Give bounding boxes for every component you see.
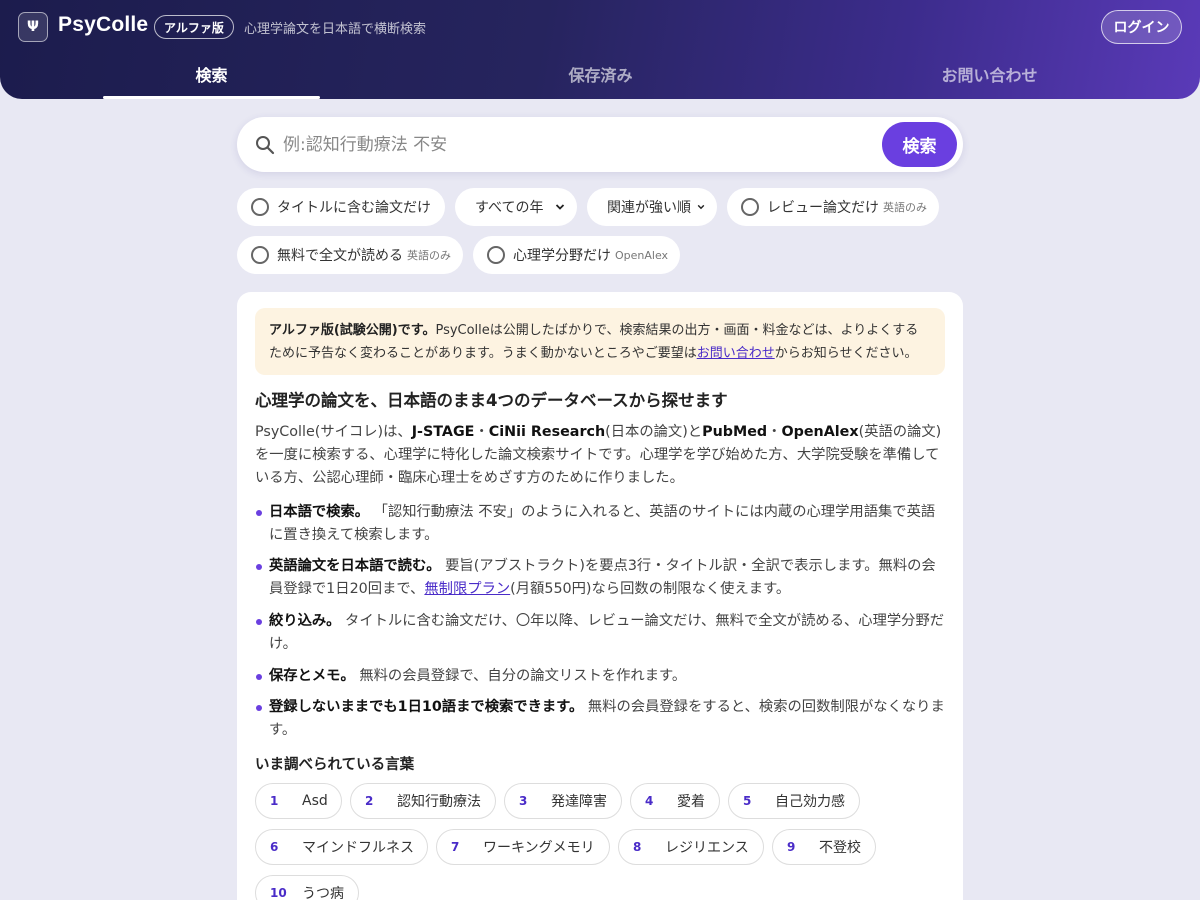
- trending-term-chip[interactable]: 4 愛着: [630, 783, 720, 819]
- trending-term-chip[interactable]: 1 Asd: [255, 783, 342, 819]
- feature-title: 英語論文を日本語で読む。: [269, 558, 441, 574]
- feature-text: タイトルに含む論文だけ、〇年以降、レビュー論文だけ、無料で全文が読める、心理学分…: [269, 613, 945, 652]
- search-button[interactable]: 検索: [882, 122, 957, 167]
- feature-item: 英語論文を日本語で読む。 要旨(アブストラクト)を要点3行・タイトル訳・全訳で表…: [255, 555, 945, 601]
- trend-term: 愛着: [677, 794, 705, 810]
- feature-text: 「認知行動療法 不安」のように入れると、英語のサイトには内蔵の心理学用語集で英語…: [269, 504, 936, 543]
- trend-term: うつ病: [302, 886, 344, 900]
- trend-rank: 6: [270, 840, 279, 854]
- filter-label: 心理学分野だけ: [513, 248, 611, 264]
- radio-icon[interactable]: [487, 246, 505, 264]
- search-bar: 検索: [237, 117, 963, 172]
- radio-icon[interactable]: [741, 198, 759, 216]
- sort-select-value: 関連が強い順: [607, 200, 691, 216]
- unlimited-plan-link[interactable]: 無制限プラン: [424, 581, 510, 597]
- filter-free-fulltext[interactable]: 無料で全文が読める 英語のみ: [237, 236, 463, 274]
- intro-title: 心理学の論文を、日本語のまま4つのデータベースから探せます: [255, 391, 728, 410]
- trending-term-chip[interactable]: 3 発達障害: [504, 783, 622, 819]
- alpha-notice: アルファ版(試験公開)です。PsyColleは公開したばかりで、検索結果の出方・…: [255, 308, 945, 375]
- trend-rank: 2: [365, 794, 374, 808]
- trend-rank: 1: [270, 794, 279, 808]
- feature-title: 日本語で検索。: [269, 504, 370, 520]
- radio-icon[interactable]: [251, 198, 269, 216]
- radio-icon[interactable]: [251, 246, 269, 264]
- filter-note: 英語のみ: [407, 249, 451, 262]
- trend-term: 不登校: [819, 840, 861, 856]
- intro-text: (日本の論文)と: [605, 424, 703, 440]
- tab-search[interactable]: 検索: [17, 52, 406, 99]
- feature-text: 無料の会員登録で、自分の論文リストを作れます。: [359, 668, 687, 684]
- trend-term: ワーキングメモリ: [483, 840, 595, 856]
- psi-logo-icon[interactable]: Ψ: [18, 12, 48, 42]
- search-icon: [256, 136, 275, 155]
- filter-label: 無料で全文が読める: [277, 248, 403, 264]
- tab-saved[interactable]: 保存済み: [406, 52, 795, 99]
- trending-term-chip[interactable]: 9 不登校: [772, 829, 876, 865]
- feature-title: 登録しないままでも1日10語まで検索できます。: [269, 699, 584, 715]
- trending-term-chip[interactable]: 2 認知行動療法: [350, 783, 496, 819]
- trend-term: レジリエンス: [665, 840, 749, 856]
- feature-title: 絞り込み。: [269, 613, 341, 629]
- feature-item: 日本語で検索。 「認知行動療法 不安」のように入れると、英語のサイトには内蔵の心…: [255, 501, 945, 547]
- trend-rank: 5: [743, 794, 752, 808]
- filter-review-only[interactable]: レビュー論文だけ 英語のみ: [727, 188, 939, 226]
- trending-term-chip[interactable]: 6 マインドフルネス: [255, 829, 428, 865]
- contact-link[interactable]: お問い合わせ: [697, 346, 775, 361]
- tagline: 心理学論文を日本語で横断検索: [244, 22, 427, 37]
- db-openalex: OpenAlex: [781, 424, 859, 440]
- chevron-down-icon: [697, 204, 705, 210]
- trend-term: Asd: [302, 793, 328, 809]
- trend-term: 発達障害: [551, 794, 607, 810]
- sort-select[interactable]: 関連が強い順: [587, 188, 717, 226]
- year-select[interactable]: すべての年: [455, 188, 577, 226]
- search-input[interactable]: [283, 129, 873, 160]
- trending-title: いま調べられている言葉: [255, 757, 415, 773]
- notice-text-end: からお知らせください。: [774, 346, 918, 361]
- chevron-down-icon: [555, 204, 565, 210]
- trend-term: 認知行動療法: [397, 794, 481, 810]
- feature-item: 登録しないままでも1日10語まで検索できます。 無料の会員登録をすると、検索の回…: [255, 696, 945, 742]
- trend-rank: 7: [451, 840, 460, 854]
- app-header: Ψ PsyColle アルファ版 心理学論文を日本語で横断検索 ログイン 検索 …: [0, 0, 1200, 99]
- db-jstage: J-STAGE: [411, 424, 475, 440]
- tab-contact[interactable]: お問い合わせ: [795, 52, 1184, 99]
- intro-card: アルファ版(試験公開)です。PsyColleは公開したばかりで、検索結果の出方・…: [237, 292, 963, 900]
- feature-item: 保存とメモ。 無料の会員登録で、自分の論文リストを作れます。: [255, 665, 945, 688]
- notice-bold: アルファ版(試験公開)です。: [269, 323, 436, 338]
- separator: ・: [767, 424, 782, 440]
- filter-note: 英語のみ: [883, 201, 927, 214]
- separator: ・: [474, 424, 489, 440]
- trending-term-chip[interactable]: 5 自己効力感: [728, 783, 860, 819]
- trend-rank: 10: [270, 886, 287, 900]
- login-button[interactable]: ログイン: [1101, 10, 1182, 44]
- trend-rank: 3: [519, 794, 528, 808]
- alpha-badge: アルファ版: [154, 15, 234, 39]
- trend-term: マインドフルネス: [302, 840, 414, 856]
- trend-rank: 9: [787, 840, 796, 854]
- feature-item: 絞り込み。 タイトルに含む論文だけ、〇年以降、レビュー論文だけ、無料で全文が読め…: [255, 610, 945, 656]
- filter-psych-only[interactable]: 心理学分野だけ OpenAlex: [473, 236, 680, 274]
- filter-note: OpenAlex: [615, 248, 669, 262]
- active-tab-indicator: [103, 96, 320, 99]
- trending-term-chip[interactable]: 10 うつ病: [255, 875, 359, 900]
- db-cinii: CiNii Research: [488, 424, 606, 440]
- intro-text: PsyColle(サイコレ)は、: [255, 424, 412, 440]
- trend-rank: 4: [645, 794, 654, 808]
- trending-term-chip[interactable]: 8 レジリエンス: [618, 829, 764, 865]
- feature-text: (月額550円)なら回数の制限なく使えます。: [510, 581, 791, 597]
- intro-paragraph: PsyColle(サイコレ)は、J-STAGE・CiNii Research(日…: [255, 421, 945, 490]
- filter-label: タイトルに含む論文だけ: [277, 200, 431, 216]
- feature-title: 保存とメモ。: [269, 668, 355, 684]
- brand-name[interactable]: PsyColle: [58, 13, 148, 37]
- year-select-value: すべての年: [475, 200, 544, 216]
- trending-term-chip[interactable]: 7 ワーキングメモリ: [436, 829, 610, 865]
- trend-rank: 8: [633, 840, 642, 854]
- filter-title-only[interactable]: タイトルに含む論文だけ: [237, 188, 445, 226]
- filter-label: レビュー論文だけ: [767, 200, 879, 216]
- db-pubmed: PubMed: [702, 424, 768, 440]
- trend-term: 自己効力感: [775, 794, 845, 810]
